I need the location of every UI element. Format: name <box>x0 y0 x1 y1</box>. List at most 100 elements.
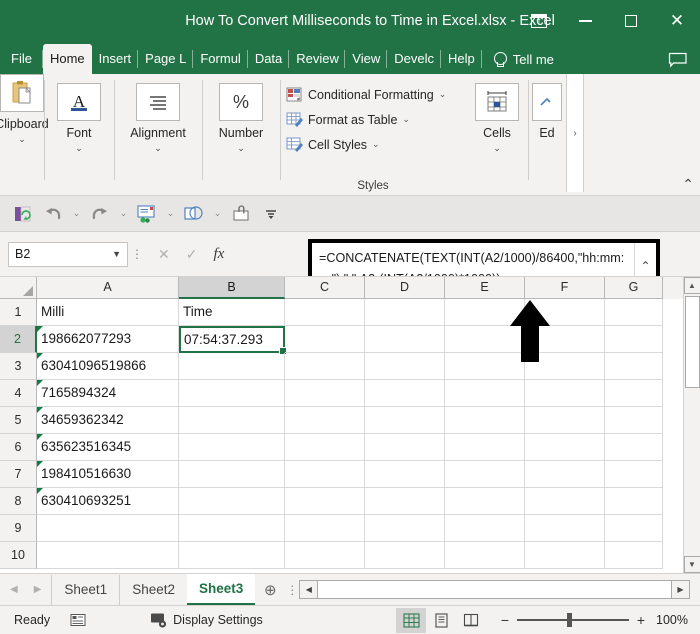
accessibility-checker-icon[interactable] <box>64 612 92 628</box>
redo-dropdown-chevron-down-icon[interactable]: ⌄ <box>117 208 130 219</box>
cell-F2[interactable] <box>525 326 605 353</box>
cell-F4[interactable] <box>525 380 605 407</box>
cell-C5[interactable] <box>285 407 365 434</box>
horizontal-scrollbar[interactable]: ◀ ▶ <box>299 580 690 599</box>
insert-function-button[interactable]: fx <box>213 246 224 263</box>
chevron-down-icon[interactable]: ⌄ <box>439 89 447 100</box>
cell-C7[interactable] <box>285 461 365 488</box>
cell-B1[interactable]: Time <box>179 299 285 326</box>
send-to-chevron-down-icon[interactable]: ⌄ <box>164 208 177 219</box>
comments-icon[interactable] <box>668 52 688 68</box>
conditional-formatting-button[interactable]: ≠ Conditional Formatting ⌄ <box>286 82 466 107</box>
cell-D6[interactable] <box>365 434 445 461</box>
tab-home[interactable]: Home <box>42 44 92 74</box>
cell-C3[interactable] <box>285 353 365 380</box>
add-sheet-button[interactable]: ⊕ <box>255 581 285 599</box>
zoom-out-button[interactable]: − <box>500 612 510 628</box>
cell-E8[interactable] <box>445 488 525 515</box>
maximize-button[interactable] <box>608 0 654 42</box>
cell-B2[interactable]: 07:54:37.293 <box>179 326 287 355</box>
undo-icon[interactable] <box>40 202 66 226</box>
cell-E7[interactable] <box>445 461 525 488</box>
cell-G5[interactable] <box>605 407 663 434</box>
cell-D9[interactable] <box>365 515 445 542</box>
chevron-down-icon[interactable]: ⌄ <box>372 139 380 150</box>
zoom-slider-thumb[interactable] <box>567 613 573 627</box>
normal-view-button[interactable] <box>396 607 427 633</box>
row-header-2[interactable]: 2 <box>0 326 37 353</box>
cell-E6[interactable] <box>445 434 525 461</box>
ribbon-group-cells[interactable]: Cells ⌄ <box>466 74 528 195</box>
ribbon-group-number[interactable]: % Number ⌄ <box>202 74 280 195</box>
cell-D3[interactable] <box>365 353 445 380</box>
cell-B10[interactable] <box>179 542 285 569</box>
cell-F3[interactable] <box>525 353 605 380</box>
cell-A2[interactable]: 198662077293 <box>37 326 179 353</box>
cell-G2[interactable] <box>605 326 663 353</box>
cell-G10[interactable] <box>605 542 663 569</box>
cell-C4[interactable] <box>285 380 365 407</box>
row-header-10[interactable]: 10 <box>0 542 37 569</box>
cell-C8[interactable] <box>285 488 365 515</box>
cell-C6[interactable] <box>285 434 365 461</box>
tab-data[interactable]: Data <box>248 44 290 74</box>
row-header-3[interactable]: 3 <box>0 353 37 380</box>
redo-icon[interactable] <box>87 202 113 226</box>
undo-dropdown-chevron-down-icon[interactable]: ⌄ <box>70 208 83 219</box>
collapse-ribbon-button[interactable]: ⌃ <box>682 177 694 191</box>
ribbon-group-alignment[interactable]: Alignment ⌄ <box>114 74 202 195</box>
zoom-in-button[interactable]: + <box>636 612 646 628</box>
tab-file[interactable]: File <box>0 44 43 74</box>
column-header-a[interactable]: A <box>37 277 179 299</box>
scroll-up-button[interactable]: ▲ <box>683 277 700 294</box>
chevron-down-icon[interactable]: ⌄ <box>75 142 83 154</box>
minimize-button[interactable] <box>562 0 608 42</box>
tab-review[interactable]: Review <box>289 44 346 74</box>
cell-A6[interactable]: 635623516345 <box>37 434 179 461</box>
cell-B8[interactable] <box>179 488 285 515</box>
row-header-8[interactable]: 8 <box>0 488 37 515</box>
display-settings-button[interactable]: Display Settings <box>150 612 263 628</box>
chevron-down-icon[interactable]: ⌄ <box>402 114 410 125</box>
tab-developer[interactable]: Develc <box>387 44 441 74</box>
cell-B3[interactable] <box>179 353 285 380</box>
column-header-g[interactable]: G <box>605 277 663 299</box>
autosave-sync-icon[interactable] <box>10 202 36 226</box>
row-header-4[interactable]: 4 <box>0 380 37 407</box>
tab-help[interactable]: Help <box>441 44 482 74</box>
row-header-5[interactable]: 5 <box>0 407 37 434</box>
vertical-scrollbar-thumb[interactable] <box>684 296 700 388</box>
cell-F9[interactable] <box>525 515 605 542</box>
cell-F8[interactable] <box>525 488 605 515</box>
cell-D4[interactable] <box>365 380 445 407</box>
zoom-level[interactable]: 100% <box>656 613 700 627</box>
tab-page-layout[interactable]: Page L <box>138 44 194 74</box>
cell-C10[interactable] <box>285 542 365 569</box>
ribbon-overflow-button[interactable]: › <box>566 74 584 192</box>
row-header-7[interactable]: 7 <box>0 461 37 488</box>
confirm-formula-button[interactable]: ✓ <box>186 246 198 263</box>
zoom-slider[interactable] <box>517 613 630 627</box>
sheet-tabs-options-icon[interactable]: ⋮ <box>285 584 299 596</box>
row-header-9[interactable]: 9 <box>0 515 37 542</box>
cell-C2[interactable] <box>285 326 365 353</box>
cell-E1[interactable] <box>445 299 525 326</box>
cell-A9[interactable] <box>37 515 179 542</box>
column-header-c[interactable]: C <box>285 277 365 299</box>
select-all-button[interactable] <box>0 277 37 299</box>
cell-F10[interactable] <box>525 542 605 569</box>
cell-G8[interactable] <box>605 488 663 515</box>
tab-view[interactable]: View <box>345 44 388 74</box>
page-break-preview-button[interactable] <box>456 608 486 633</box>
cell-A3[interactable]: 63041096519866 <box>37 353 179 380</box>
sheet-tab-sheet2[interactable]: Sheet2 <box>119 574 187 605</box>
format-as-table-button[interactable]: Format as Table ⌄ <box>286 107 466 132</box>
cell-E4[interactable] <box>445 380 525 407</box>
sheet-tab-sheet1[interactable]: Sheet1 <box>51 574 119 605</box>
cell-B9[interactable] <box>179 515 285 542</box>
cell-B4[interactable] <box>179 380 285 407</box>
cell-E5[interactable] <box>445 407 525 434</box>
cancel-formula-button[interactable]: ✕ <box>158 246 170 263</box>
cell-F1[interactable] <box>525 299 605 326</box>
cell-G1[interactable] <box>605 299 663 326</box>
